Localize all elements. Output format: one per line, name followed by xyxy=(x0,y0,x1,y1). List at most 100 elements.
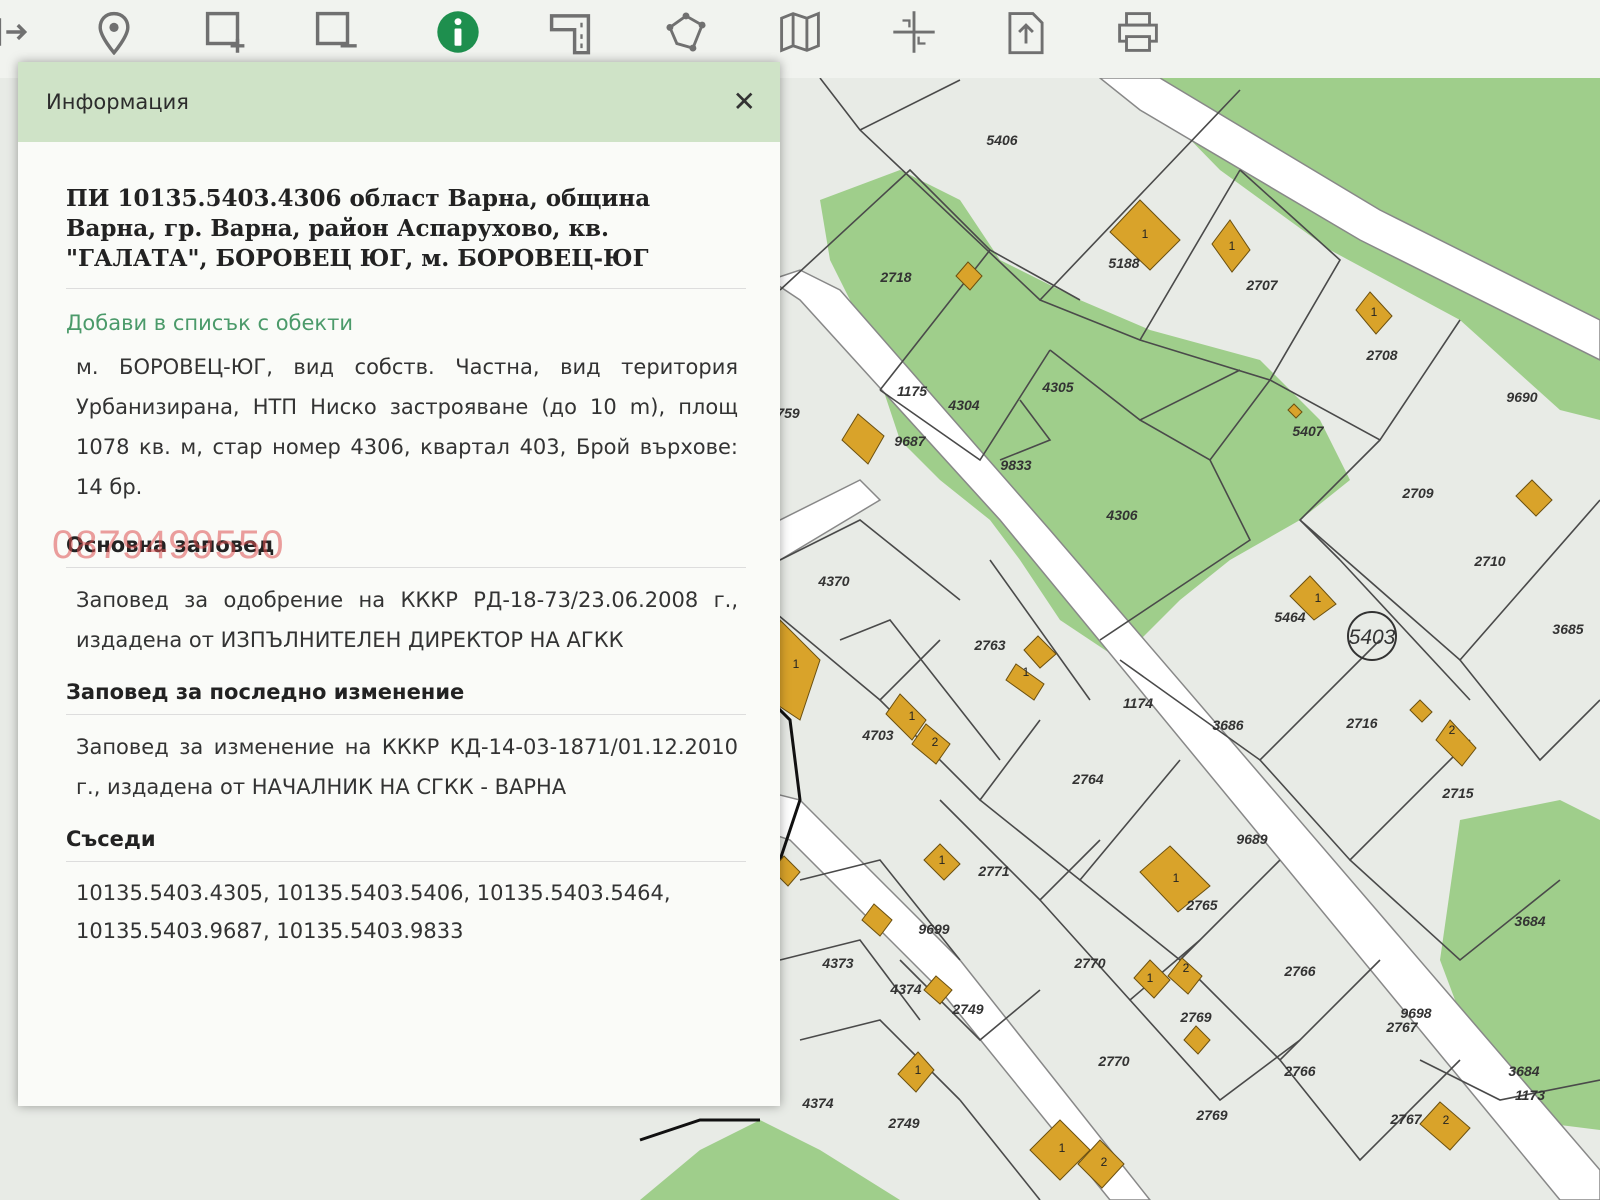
parcel-label: 2770 xyxy=(1073,955,1105,971)
svg-text:1: 1 xyxy=(1023,665,1030,679)
parcel-description: м. БОРОВЕЦ-ЮГ, вид собств. Частна, вид т… xyxy=(76,355,738,499)
map-pin-icon xyxy=(91,9,137,59)
remove-rectangle-icon xyxy=(313,9,359,59)
parcel-label: 4374 xyxy=(801,1095,833,1111)
parcel-label: 4703 xyxy=(861,727,893,743)
panel-header: Информация ✕ xyxy=(18,62,780,142)
block-label: 5403 xyxy=(1349,626,1396,649)
parcel-label: 9699 xyxy=(918,921,949,937)
panel-body: ПИ 10135.5403.4306 област Варна, община … xyxy=(18,184,780,950)
parcel-label: 2718 xyxy=(879,269,911,285)
parcel-heading: ПИ 10135.5403.4306 област Варна, община … xyxy=(66,184,746,289)
parcel-label: 4305 xyxy=(1041,379,1073,395)
parcel-label: 2766 xyxy=(1283,1063,1315,1079)
parcel-label: 9689 xyxy=(1236,831,1267,847)
parcel-label: 2769 xyxy=(1179,1009,1211,1025)
parcel-label: 2763 xyxy=(973,637,1005,653)
polygon-icon xyxy=(663,9,709,59)
parcel-label: 9833 xyxy=(1000,457,1031,473)
printer-icon xyxy=(1115,9,1161,59)
parcel-label: 2767 xyxy=(1389,1111,1422,1127)
parcel-label: 5407 xyxy=(1292,423,1324,439)
polygon-button[interactable] xyxy=(656,2,716,66)
parcel-label: 4304 xyxy=(947,397,979,413)
exit-icon xyxy=(0,9,28,59)
parcel-label: 1175 xyxy=(897,383,927,399)
svg-text:2: 2 xyxy=(1443,1113,1450,1127)
svg-text:1: 1 xyxy=(915,1063,922,1077)
parcel-label: 2765 xyxy=(1185,897,1217,913)
parcel-label: 2715 xyxy=(1441,785,1473,801)
svg-text:1: 1 xyxy=(909,709,916,723)
neighbors-line: 10135.5403.4305, 10135.5403.5406, 10135.… xyxy=(76,881,671,905)
main-order-section: Основна заповед 0879499550 xyxy=(52,523,746,568)
parcel-label: 2710 xyxy=(1473,553,1505,569)
main-order-title: Основна заповед xyxy=(66,533,746,568)
main-order-text: Заповед за одобрение на КККР РД-18-73/23… xyxy=(76,588,738,652)
neighbors-title: Съседи xyxy=(66,827,746,862)
parcel-label: 3685 xyxy=(1552,621,1583,637)
parcel-label: 9690 xyxy=(1506,389,1537,405)
measure-button[interactable] xyxy=(540,2,600,66)
export-icon xyxy=(1003,9,1049,59)
close-icon: ✕ xyxy=(732,85,756,118)
svg-text:1: 1 xyxy=(1315,591,1322,605)
parcel-label: 3684 xyxy=(1514,913,1545,929)
svg-text:1: 1 xyxy=(939,853,946,867)
add-to-list-link[interactable]: Добави в списък с обекти xyxy=(66,311,746,335)
parcel-label: 1173 xyxy=(1515,1087,1545,1103)
svg-text:1: 1 xyxy=(1059,1141,1066,1155)
parcel-label: 4374 xyxy=(889,981,921,997)
exit-button[interactable] xyxy=(0,2,34,66)
map-icon xyxy=(777,9,823,59)
svg-text:2: 2 xyxy=(932,735,939,749)
parcel-label: 2771 xyxy=(977,863,1009,879)
parcel-label: 5188 xyxy=(1108,255,1139,271)
parcel-label: 4373 xyxy=(821,955,853,971)
parcel-label: 4306 xyxy=(1105,507,1137,523)
marker-button[interactable] xyxy=(84,2,144,66)
svg-text:1: 1 xyxy=(1229,239,1236,253)
parcel-label: 2749 xyxy=(951,1001,983,1017)
info-panel: Информация ✕ ПИ 10135.5403.4306 област В… xyxy=(18,62,780,1106)
neighbors-line: 10135.5403.9687, 10135.5403.9833 xyxy=(76,919,464,943)
svg-text:1: 1 xyxy=(1371,305,1378,319)
remove-area-button[interactable] xyxy=(306,2,366,66)
parcel-label: 2749 xyxy=(887,1115,919,1131)
parcel-label: 2708 xyxy=(1365,347,1397,363)
parcel-label: 2769 xyxy=(1195,1107,1227,1123)
parcel-label: 1174 xyxy=(1123,695,1153,711)
coordinates-button[interactable] xyxy=(884,2,944,66)
svg-text:2: 2 xyxy=(1449,723,1456,737)
panel-title: Информация xyxy=(46,90,189,114)
svg-text:2: 2 xyxy=(1183,961,1190,975)
info-button[interactable] xyxy=(428,2,488,66)
parcel-label: 9687 xyxy=(894,433,926,449)
parcel-label: 4370 xyxy=(817,573,849,589)
map-button[interactable] xyxy=(770,2,830,66)
parcel-label: 2767 xyxy=(1385,1019,1418,1035)
add-rectangle-icon xyxy=(203,9,249,59)
export-button[interactable] xyxy=(996,2,1056,66)
parcel-label: 3686 xyxy=(1212,717,1243,733)
svg-text:1: 1 xyxy=(1173,871,1180,885)
print-button[interactable] xyxy=(1108,2,1168,66)
svg-text:1: 1 xyxy=(1142,227,1149,241)
info-icon xyxy=(435,9,481,59)
svg-text:2: 2 xyxy=(1101,1155,1108,1169)
parcel-label: 2770 xyxy=(1097,1053,1129,1069)
last-change-title: Заповед за последно изменение xyxy=(66,680,746,715)
measure-icon xyxy=(547,9,593,59)
parcel-label: 2766 xyxy=(1283,963,1315,979)
parcel-label: 2707 xyxy=(1245,277,1278,293)
crosshair-icon xyxy=(891,9,937,59)
parcel-label: 2764 xyxy=(1071,771,1103,787)
parcel-label: 2716 xyxy=(1345,715,1377,731)
parcel-label: 2709 xyxy=(1401,485,1433,501)
add-area-button[interactable] xyxy=(196,2,256,66)
close-button[interactable]: ✕ xyxy=(733,88,756,116)
last-change-text: Заповед за изменение на КККР КД-14-03-18… xyxy=(76,735,738,799)
neighbors-list: 10135.5403.4305, 10135.5403.5406, 10135.… xyxy=(76,874,738,950)
parcel-label: 5406 xyxy=(986,132,1017,148)
parcel-label: 5464 xyxy=(1274,609,1305,625)
